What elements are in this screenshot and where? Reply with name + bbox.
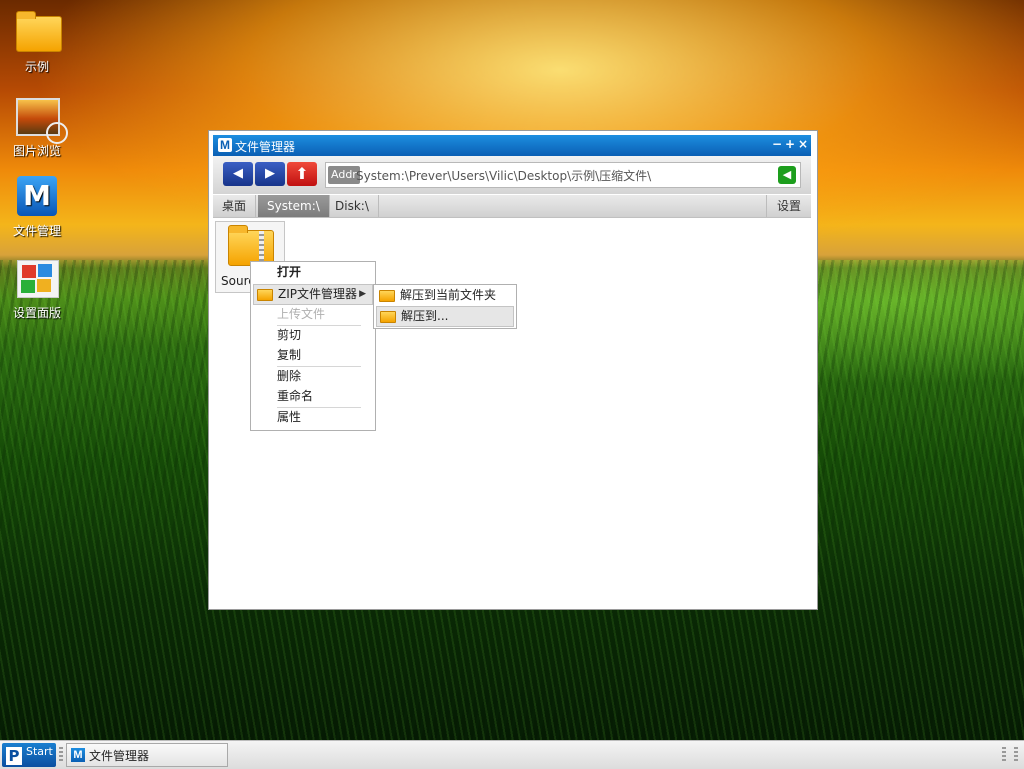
menu-item-label: ZIP文件管理器 [278, 287, 357, 301]
menu-item-rename[interactable]: 重命名 [253, 387, 375, 406]
arrow-left-icon: ◀ [233, 166, 243, 181]
app-m-icon: M [218, 138, 232, 152]
forward-button[interactable]: ▶ [255, 162, 285, 186]
submenu-arrow-icon: ▶ [359, 289, 366, 299]
context-menu: 打开 ZIP文件管理器 ▶ 上传文件 剪切 复制 删除 重命名 属性 [250, 261, 376, 431]
go-button[interactable]: ◀ [778, 166, 796, 184]
menu-item-properties[interactable]: 属性 [253, 408, 375, 427]
control-panel-icon [17, 260, 59, 298]
taskbar: P Start M 文件管理器 [0, 740, 1024, 769]
submenu-item-extract-to[interactable]: 解压到... [376, 306, 514, 327]
settings-button[interactable]: 设置 [765, 195, 811, 217]
desktop-icon-label: 示例 [24, 60, 49, 74]
tab-system[interactable]: System:\ [258, 195, 330, 217]
desktop-icon-control-panel[interactable]: 设置面版 [0, 258, 74, 321]
window-title: 文件管理器 [235, 140, 296, 154]
zip-icon [257, 289, 273, 301]
address-bar[interactable]: Addr System:\Prever\Users\Vilic\Desktop\… [325, 162, 801, 188]
desktop-icon-examples[interactable]: 示例 [0, 11, 74, 75]
minimize-button[interactable]: − [771, 137, 783, 151]
window-titlebar[interactable]: M 文件管理器 − + × [213, 135, 811, 156]
tab-desktop[interactable]: 桌面 [213, 195, 257, 217]
zip-icon [380, 311, 396, 323]
location-tabs: 桌面 System:\ Disk:\ 设置 [213, 195, 811, 218]
go-arrow-icon: ◀ [782, 168, 792, 181]
menu-item-copy[interactable]: 复制 [253, 346, 375, 365]
menu-item-label: 解压到... [401, 309, 449, 323]
submenu-item-extract-here[interactable]: 解压到当前文件夹 [376, 286, 512, 305]
menu-item-delete[interactable]: 删除 [253, 367, 375, 386]
file-manager-icon: M [17, 176, 57, 216]
address-path[interactable]: System:\Prever\Users\Vilic\Desktop\示例\压缩… [356, 167, 651, 184]
taskbar-item-label: 文件管理器 [89, 749, 150, 763]
app-m-icon: M [71, 748, 85, 762]
tab-disk[interactable]: Disk:\ [326, 195, 379, 217]
taskbar-item-file-manager[interactable]: M 文件管理器 [66, 743, 228, 767]
desktop-icon-image-viewer[interactable]: 图片浏览 [0, 96, 74, 159]
menu-item-label: 解压到当前文件夹 [400, 288, 497, 302]
start-label: Start [26, 745, 53, 758]
arrow-up-icon: ⬆ [295, 164, 309, 183]
desktop-icon-file-manager[interactable]: M 文件管理 [0, 176, 74, 239]
toolbar: ◀ ▶ ⬆ Addr System:\Prever\Users\Vilic\De… [213, 156, 811, 194]
image-viewer-icon [16, 98, 68, 144]
taskbar-grip[interactable] [59, 747, 63, 763]
up-button[interactable]: ⬆ [287, 162, 317, 186]
tray-grip-2[interactable] [1014, 747, 1018, 763]
menu-item-upload: 上传文件 [277, 307, 326, 321]
menu-item-open[interactable]: 打开 [253, 263, 375, 282]
desktop-icon-label: 设置面版 [12, 306, 61, 320]
start-logo-icon: P [6, 747, 22, 765]
menu-item-cut[interactable]: 剪切 [253, 326, 375, 345]
back-button[interactable]: ◀ [223, 162, 253, 186]
arrow-right-icon: ▶ [265, 166, 275, 181]
start-button[interactable]: P Start [2, 743, 56, 767]
tray-grip[interactable] [1002, 747, 1006, 763]
close-button[interactable]: × [797, 137, 809, 151]
menu-item-zip-manager[interactable]: ZIP文件管理器 ▶ [253, 284, 373, 305]
desktop-icon-label: 文件管理 [12, 224, 61, 238]
maximize-button[interactable]: + [784, 137, 796, 151]
desktop-icon-label: 图片浏览 [12, 144, 61, 158]
zip-icon [379, 290, 395, 302]
folder-icon [16, 11, 62, 52]
zip-submenu: 解压到当前文件夹 解压到... [373, 284, 517, 329]
